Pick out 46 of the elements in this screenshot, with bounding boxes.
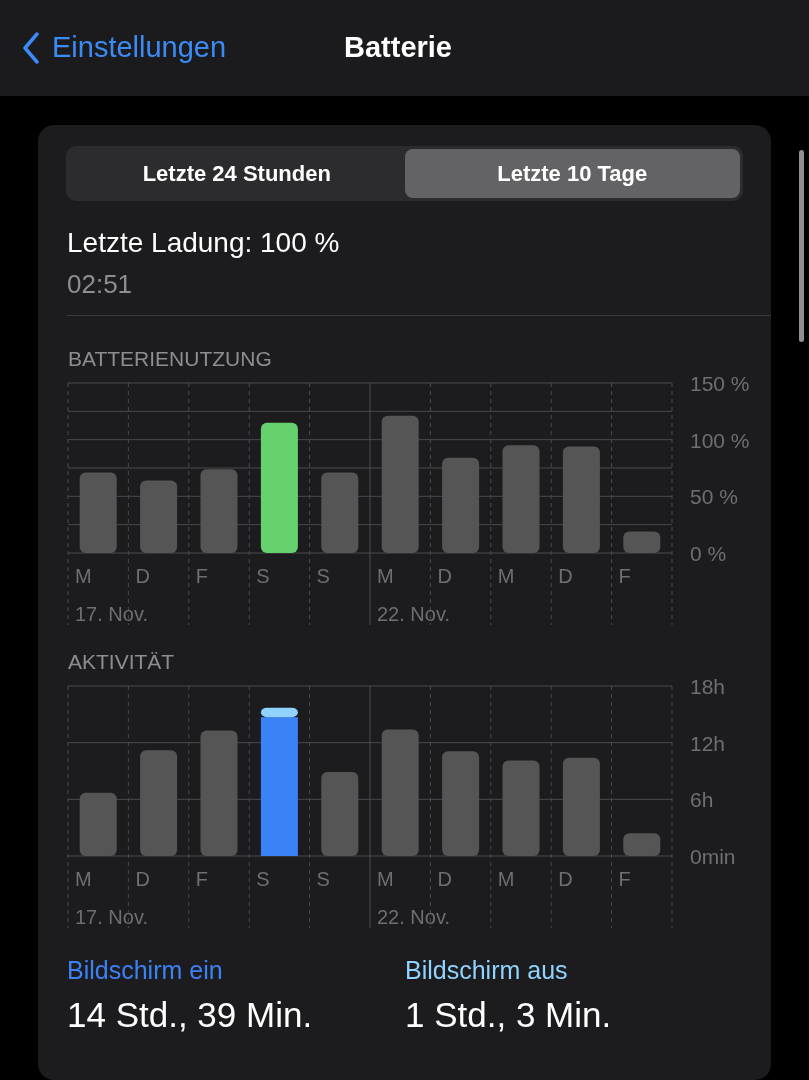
day-label: M [497, 565, 515, 587]
day-label: F [195, 565, 208, 587]
scrollbar-icon [799, 150, 804, 342]
date-label: 17. Nov. [75, 906, 148, 928]
axis-label: 50 % [690, 485, 738, 509]
axis-label: 6h [690, 788, 714, 812]
date-label: 22. Nov. [377, 906, 450, 928]
back-button[interactable]: Einstellungen [22, 26, 322, 70]
date-label: 17. Nov. [75, 603, 148, 625]
day-label: M [75, 868, 92, 890]
day-label: D [558, 565, 573, 587]
day-label: D [558, 868, 573, 890]
day-label: D [135, 868, 150, 890]
day-label: S [256, 868, 270, 890]
segment-tab[interactable]: Letzte 24 Stunden [69, 149, 405, 198]
day-label: M [75, 565, 92, 587]
summary-label: Bildschirm ein [67, 958, 224, 983]
axis-label: 0min [690, 845, 736, 868]
page-title: Batterie [344, 30, 452, 66]
day-label: S [256, 565, 270, 587]
chart-heading: AKTIVITÄT [67, 651, 176, 672]
day-label: D [135, 565, 150, 587]
axis-label: 150 % [690, 372, 750, 395]
axis-label: 0 % [690, 542, 727, 565]
last-charge-time: 02:51 [67, 271, 134, 297]
summary-value: 1 Std., 3 Min. [405, 997, 613, 1032]
summary-label: Bildschirm aus [405, 958, 569, 983]
day-label: M [377, 565, 394, 587]
axis-label: 12h [690, 731, 726, 755]
day-label: M [497, 868, 515, 890]
day-label: F [195, 868, 208, 890]
day-label: S [316, 565, 330, 587]
day-label: D [437, 868, 452, 890]
date-label: 22. Nov. [377, 603, 450, 625]
day-label: F [618, 565, 631, 587]
chevron-left-icon [22, 32, 40, 64]
last-charge-label: Letzte Ladung: 100 % [67, 229, 341, 257]
axis-label: 18h [690, 675, 726, 698]
segment-tab[interactable]: Letzte 10 Tage [404, 149, 740, 198]
axis-label: 100 % [690, 428, 750, 452]
day-label: F [618, 868, 631, 890]
day-label: S [316, 868, 330, 890]
chart-heading: BATTERIENUTZUNG [67, 348, 273, 369]
day-label: D [437, 565, 452, 587]
summary-value: 14 Std., 39 Min. [67, 997, 314, 1032]
day-label: M [377, 868, 394, 890]
